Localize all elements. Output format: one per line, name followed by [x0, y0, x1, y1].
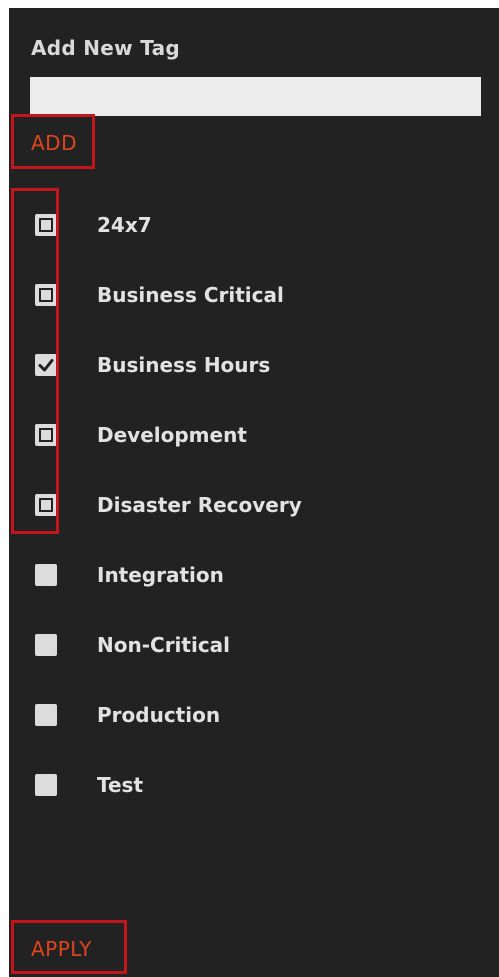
checkbox[interactable]	[35, 494, 57, 516]
checkbox[interactable]	[35, 634, 57, 656]
tag-item-test[interactable]: Test	[31, 765, 461, 805]
checkmark-icon	[38, 359, 54, 372]
tag-label: Test	[97, 773, 144, 797]
tag-item-business-critical[interactable]: Business Critical	[31, 275, 461, 315]
add-tag-panel: Add New Tag ADD 24x7 Business Critical B…	[9, 8, 499, 977]
tag-label: Production	[97, 703, 221, 727]
tag-item-non-critical[interactable]: Non-Critical	[31, 625, 461, 665]
checkbox[interactable]	[35, 774, 57, 796]
tag-label: Integration	[97, 563, 224, 587]
checkbox[interactable]	[35, 284, 57, 306]
tag-item-development[interactable]: Development	[31, 415, 461, 455]
tag-item-24x7[interactable]: 24x7	[31, 205, 461, 245]
tag-label: Non-Critical	[97, 633, 231, 657]
checkbox[interactable]	[35, 564, 57, 586]
tag-list: 24x7 Business Critical Business Hours De…	[9, 8, 499, 977]
tag-label: Development	[97, 423, 247, 447]
tag-label: Business Critical	[97, 283, 284, 307]
apply-button[interactable]: APPLY	[31, 937, 92, 961]
tag-item-integration[interactable]: Integration	[31, 555, 461, 595]
tag-label: Business Hours	[97, 353, 271, 377]
tag-item-business-hours[interactable]: Business Hours	[31, 345, 461, 385]
tag-label: 24x7	[97, 213, 152, 237]
checkbox[interactable]	[35, 424, 57, 446]
checkbox[interactable]	[35, 354, 57, 376]
tag-item-production[interactable]: Production	[31, 695, 461, 735]
checkbox[interactable]	[35, 214, 57, 236]
tag-item-disaster-recovery[interactable]: Disaster Recovery	[31, 485, 461, 525]
tag-label: Disaster Recovery	[97, 493, 302, 517]
checkbox[interactable]	[35, 704, 57, 726]
